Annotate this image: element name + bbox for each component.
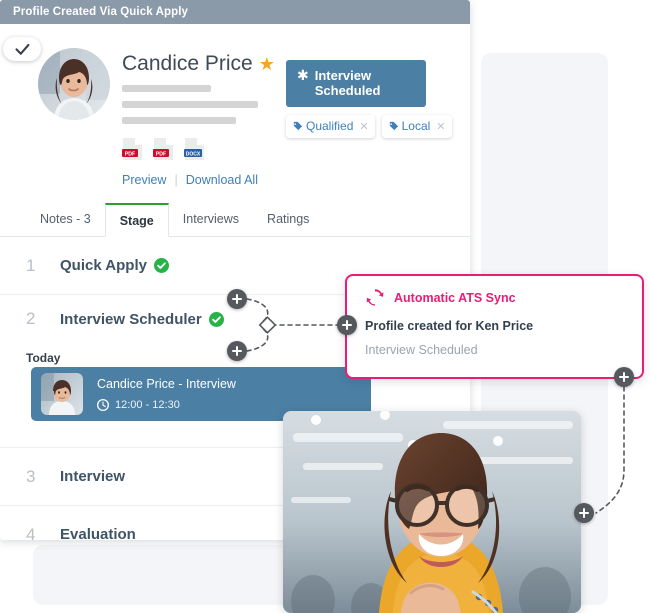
stage-label-text: Interview <box>60 468 126 485</box>
stage-label-text: Quick Apply <box>60 257 147 274</box>
interview-card-title: Candice Price - Interview <box>97 377 236 391</box>
interview-card-time-row: 12:00 - 12:30 <box>97 399 236 411</box>
candidate-name: Candice Price <box>122 52 253 75</box>
check-circle-icon <box>153 258 169 273</box>
link-divider: | <box>174 173 178 187</box>
detail-placeholder <box>122 85 211 92</box>
attachment-list: PDF PDF DOCX <box>122 137 302 161</box>
status-badge[interactable]: ✱ Interview Scheduled <box>286 60 426 107</box>
tag-list: Qualified ✕ Local ✕ <box>286 115 452 138</box>
stage-label-text: Evaluation <box>60 526 136 543</box>
stage-number: 4 <box>26 524 36 544</box>
svg-text:DOCX: DOCX <box>186 151 201 157</box>
clock-icon <box>97 399 109 411</box>
svg-text:PDF: PDF <box>125 151 135 157</box>
ats-sync-popup: Automatic ATS Sync Profile created for K… <box>345 274 644 379</box>
stage-label-text: Interview Scheduler <box>60 310 202 328</box>
add-node-button[interactable] <box>614 367 634 387</box>
stage-label: Quick Apply <box>60 257 169 274</box>
check-circle-icon <box>208 311 224 327</box>
panel-header: Profile Created Via Quick Apply <box>0 0 470 24</box>
tab-interviews[interactable]: Interviews <box>169 202 253 236</box>
asterisk-icon: ✱ <box>297 67 309 83</box>
stage-number: 3 <box>26 466 36 486</box>
tag-local[interactable]: Local ✕ <box>381 115 452 138</box>
stage-number: 1 <box>26 255 36 275</box>
candidate-name-row: Candice Price ★ <box>122 52 302 76</box>
page-title: Profile Created Via Quick Apply <box>13 6 189 18</box>
today-label: Today <box>26 351 61 365</box>
profile-info: Candice Price ★ PDF PDF DOCX Preview | D… <box>122 52 302 187</box>
ats-sync-primary-text: Profile created for Ken Price <box>365 319 534 333</box>
tag-icon <box>388 121 398 130</box>
star-icon[interactable]: ★ <box>259 55 275 73</box>
close-icon[interactable]: ✕ <box>436 120 445 133</box>
add-node-button[interactable] <box>227 289 247 309</box>
profile-summary: Candice Price ★ PDF PDF DOCX Preview | D… <box>0 24 470 200</box>
check-icon <box>14 43 29 55</box>
status-badge-label: Interview Scheduled <box>314 68 381 98</box>
tab-ratings[interactable]: Ratings <box>253 202 323 236</box>
interview-card-text: Candice Price - Interview 12:00 - 12:30 <box>97 377 236 411</box>
status-column: ✱ Interview Scheduled Qualified ✕ Local … <box>286 60 452 138</box>
tag-label: Qualified <box>306 119 354 133</box>
add-node-button[interactable] <box>574 503 594 523</box>
ats-sync-header: Automatic ATS Sync <box>365 288 628 307</box>
detail-placeholder <box>122 101 258 108</box>
attachment-actions: Preview | Download All <box>122 173 302 187</box>
svg-text:PDF: PDF <box>156 151 166 157</box>
ats-sync-secondary-text: Interview Scheduled <box>365 343 478 357</box>
add-node-button[interactable] <box>337 315 357 335</box>
tab-stage[interactable]: Stage <box>104 203 169 237</box>
interview-thumbnail <box>41 373 83 415</box>
tab-notes[interactable]: Notes - 3 <box>26 202 105 236</box>
interview-video-photo <box>283 411 581 613</box>
sync-icon <box>366 289 384 306</box>
interview-card-time: 12:00 - 12:30 <box>115 399 180 411</box>
stage-number: 2 <box>26 309 36 328</box>
avatar <box>38 48 110 120</box>
stage-label: Interview <box>60 468 125 485</box>
attachment-pdf-icon[interactable]: PDF <box>122 137 143 161</box>
attachment-docx-icon[interactable]: DOCX <box>184 137 205 161</box>
select-profile-checkbox[interactable] <box>3 37 41 61</box>
preview-link[interactable]: Preview <box>122 173 166 187</box>
stage-label: Evaluation <box>60 526 136 543</box>
attachment-pdf-icon[interactable]: PDF <box>153 137 174 161</box>
stage-label: Interview Scheduler <box>60 311 224 328</box>
tag-qualified[interactable]: Qualified ✕ <box>286 115 375 138</box>
tag-label: Local <box>401 119 431 133</box>
tag-icon <box>292 121 303 130</box>
detail-placeholder <box>122 117 236 124</box>
download-all-link[interactable]: Download All <box>186 173 258 187</box>
tab-bar: Notes - 3 Stage Interviews Ratings <box>0 200 470 237</box>
ats-sync-title: Automatic ATS Sync <box>394 290 516 305</box>
add-node-button[interactable] <box>227 341 247 361</box>
close-icon[interactable]: ✕ <box>359 120 368 133</box>
